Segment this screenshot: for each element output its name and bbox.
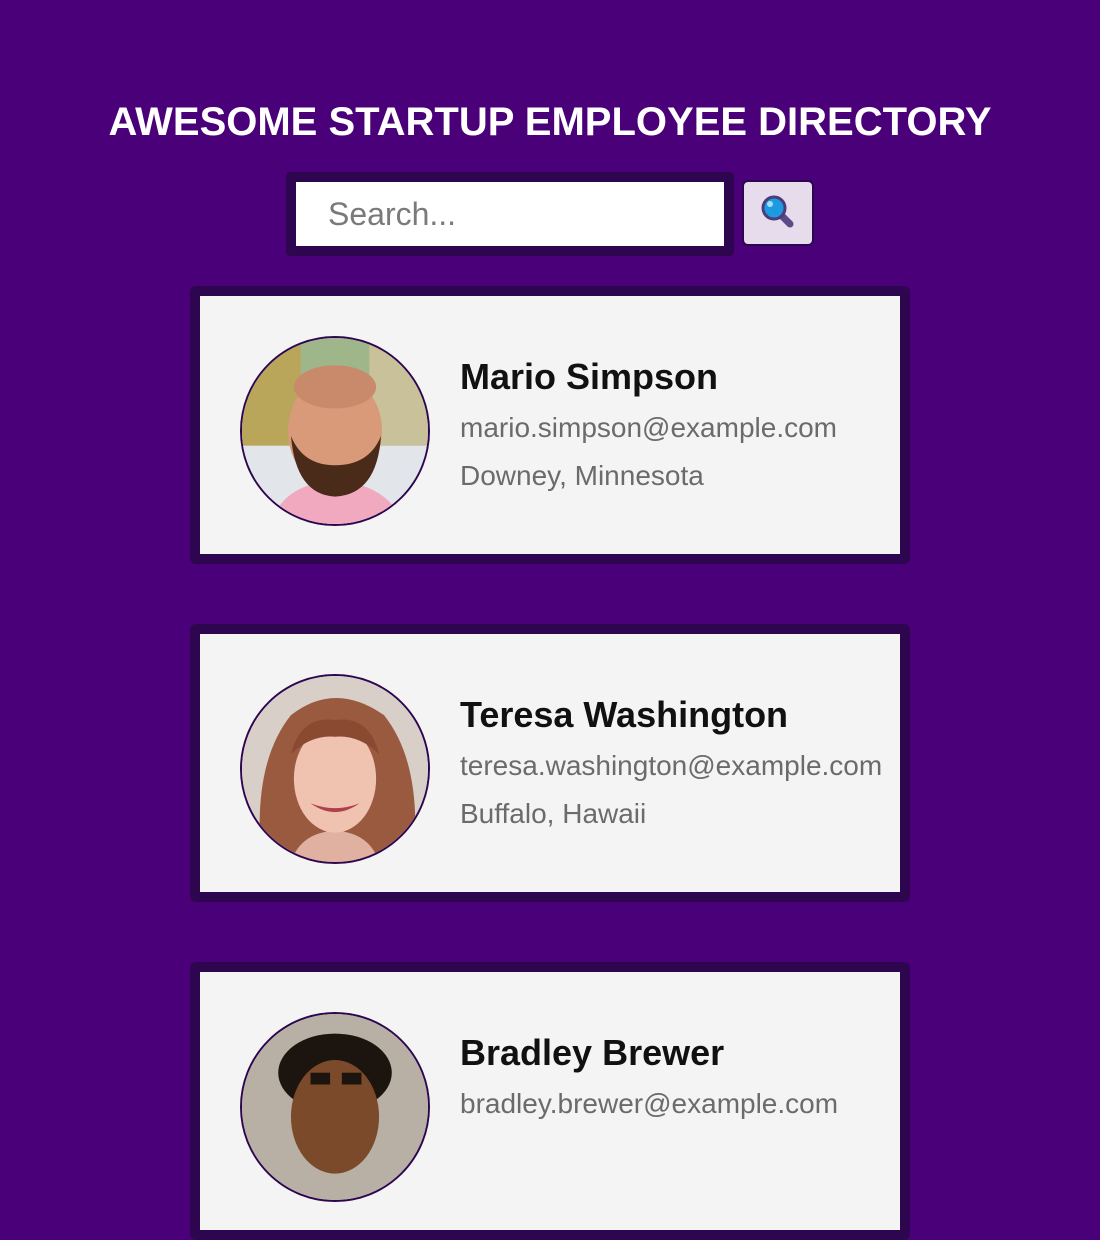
employee-location: Downey, Minnesota (460, 460, 704, 491)
magnifying-glass-icon (760, 194, 796, 233)
employee-card[interactable]: Mario Simpson mario.simpson@example.com … (190, 286, 910, 564)
search-box (286, 172, 734, 256)
employee-name[interactable]: Teresa Washington (460, 694, 788, 736)
avatar (240, 1012, 430, 1202)
employee-card[interactable]: Teresa Washington teresa.washington@exam… (190, 624, 910, 902)
employee-email: mario.simpson@example.com (460, 412, 837, 443)
employee-email: bradley.brewer@example.com (460, 1088, 839, 1119)
employee-email: teresa.washington@example.com (460, 750, 883, 781)
avatar (240, 336, 430, 526)
page-title: AWESOME STARTUP EMPLOYEE DIRECTORY (108, 100, 992, 144)
employee-name[interactable]: Bradley Brewer (460, 1032, 724, 1074)
employee-name[interactable]: Mario Simpson (460, 356, 718, 398)
avatar (240, 674, 430, 864)
search-input[interactable] (296, 182, 724, 246)
search-button[interactable] (742, 180, 814, 246)
employee-location: Buffalo, Hawaii (460, 798, 647, 829)
employee-card[interactable]: Bradley Brewer bradley.brewer@example.co… (190, 962, 910, 1240)
